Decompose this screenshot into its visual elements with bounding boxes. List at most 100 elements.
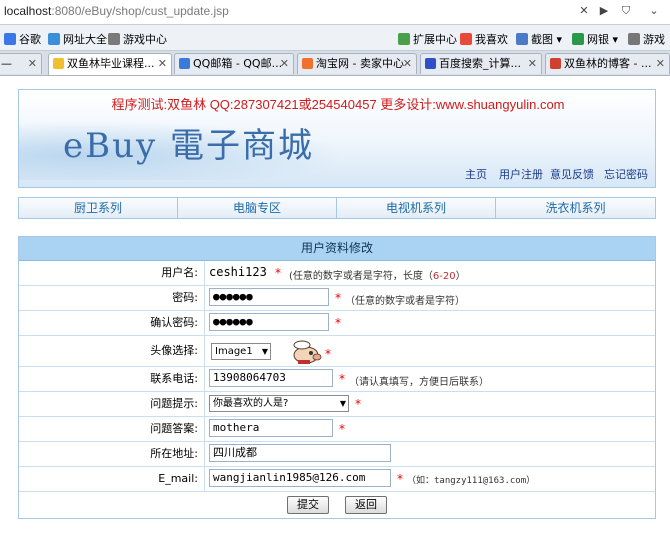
go-arrow-icon[interactable]: ▶ bbox=[596, 3, 612, 19]
tab-close-icon[interactable]: ✕ bbox=[28, 54, 37, 74]
baidu-paw-icon bbox=[425, 58, 436, 69]
heart-icon bbox=[460, 33, 472, 45]
email-hint: （如：tangzy111@163.com） bbox=[407, 476, 536, 486]
back-button[interactable]: 返回 bbox=[345, 496, 387, 514]
tab-0[interactable]: — ✕ bbox=[0, 53, 42, 74]
url-path: :8080/eBuy/shop/cust_update.jsp bbox=[51, 4, 229, 18]
password-input[interactable]: ●●●●●● bbox=[209, 288, 329, 306]
answer-input[interactable]: mothera bbox=[209, 419, 333, 437]
username-value: ceshi123 bbox=[209, 265, 267, 279]
url-text[interactable]: localhost:8080/eBuy/shop/cust_update.jsp bbox=[4, 4, 229, 18]
email-label: E_mail: bbox=[19, 467, 205, 491]
toolbar-ebank[interactable]: 网银 ▾ bbox=[572, 31, 618, 47]
address-bar[interactable]: localhost:8080/eBuy/shop/cust_update.jsp… bbox=[0, 0, 670, 25]
scissors-icon bbox=[516, 33, 528, 45]
chevron-down-icon: ▼ bbox=[339, 399, 346, 408]
avatar-select[interactable]: Image1 ▼ bbox=[211, 343, 271, 360]
required-star: * bbox=[325, 347, 331, 361]
phone-label: 联系电话: bbox=[19, 367, 205, 391]
form-title: 用户资料修改 bbox=[19, 237, 655, 261]
site-banner: 程序测试:双鱼林 QQ:287307421或254540457 更多设计:www… bbox=[18, 89, 656, 188]
confirm-label: 确认密码: bbox=[19, 311, 205, 335]
nav-register[interactable]: 用户注册 bbox=[499, 166, 543, 182]
question-row: 问题提示: 你最喜欢的人是? ▼ * bbox=[19, 392, 655, 417]
username-row: 用户名: ceshi123 * (任意的数字或者是字符，长度（6-20） bbox=[19, 261, 655, 286]
tab-close-icon[interactable]: ✕ bbox=[528, 54, 537, 74]
address-input[interactable]: 四川成都 bbox=[209, 444, 391, 462]
phone-hint: （请认真填写，方便日后联系） bbox=[349, 377, 489, 388]
star-icon bbox=[53, 58, 64, 69]
email-input[interactable]: wangjianlin1985@126.com bbox=[209, 469, 391, 487]
gamepad-icon bbox=[108, 33, 120, 45]
nav-feedback[interactable]: 意见反馈 bbox=[550, 166, 594, 182]
password-row: 密码: ●●●●●● * （任意的数字或者是字符） bbox=[19, 286, 655, 311]
confirm-row: 确认密码: ●●●●●● * bbox=[19, 311, 655, 336]
toolbar-extensions[interactable]: 扩展中心 bbox=[398, 31, 457, 47]
site-logo: eBuy 電子商城 bbox=[63, 126, 315, 166]
nav-forgot-password[interactable]: 忘记密码 bbox=[604, 166, 648, 182]
nav-home[interactable]: 主页 bbox=[465, 166, 487, 182]
bookmark-hao123[interactable]: 网址大全 bbox=[48, 31, 107, 47]
password-hint: （任意的数字或者是字符） bbox=[345, 296, 465, 307]
controller-icon bbox=[628, 33, 640, 45]
submit-button[interactable]: 提交 bbox=[287, 496, 329, 514]
page-content: 程序测试:双鱼林 QQ:287307421或254540457 更多设计:www… bbox=[18, 89, 656, 519]
phone-row: 联系电话: 13908064703 * （请认真填写，方便日后联系） bbox=[19, 367, 655, 392]
bookmark-games[interactable]: 游戏中心 bbox=[108, 31, 167, 47]
required-star: * bbox=[355, 397, 361, 411]
tab-3[interactable]: 淘宝网 - 卖家中心 ✕ bbox=[297, 53, 417, 74]
globe-icon bbox=[48, 33, 60, 45]
tab-1[interactable]: 双鱼林毕业课程... ✕ bbox=[48, 53, 172, 75]
required-star: * bbox=[339, 372, 345, 386]
username-hint: (任意的数字或者是字符，长度（6-20） bbox=[289, 271, 466, 282]
avatar-label: 头像选择: bbox=[19, 336, 205, 366]
avatar-row: 头像选择: Image1 ▼ * bbox=[19, 336, 655, 367]
bookmark-google[interactable]: 谷歌 bbox=[4, 31, 41, 47]
tab-5[interactable]: 双鱼林的博客 - ... ✕ bbox=[545, 53, 670, 74]
toolbar-game[interactable]: 游戏 bbox=[628, 31, 665, 47]
tab-close-icon[interactable]: ✕ bbox=[280, 54, 289, 74]
required-star: * bbox=[339, 422, 345, 436]
taobao-icon bbox=[302, 58, 313, 69]
bookmarks-bar: 谷歌 网址大全 游戏中心 扩展中心 我喜欢 截图 ▾ 网银 ▾ 游戏 bbox=[0, 25, 670, 51]
promo-text: 程序测试:双鱼林 QQ:287307421或254540457 更多设计:www… bbox=[111, 97, 565, 112]
google-icon bbox=[4, 33, 16, 45]
category-computer[interactable]: 电脑专区 bbox=[178, 198, 337, 218]
confirm-password-input[interactable]: ●●●●●● bbox=[209, 313, 329, 331]
bank-icon bbox=[572, 33, 584, 45]
toolbar-screenshot[interactable]: 截图 ▾ bbox=[516, 31, 562, 47]
tab-2[interactable]: QQ邮箱 - QQ邮... ✕ bbox=[174, 53, 294, 74]
password-label: 密码: bbox=[19, 286, 205, 310]
phone-input[interactable]: 13908064703 bbox=[209, 369, 333, 387]
button-row: 提交 返回 bbox=[19, 492, 655, 518]
blog-icon bbox=[550, 58, 561, 69]
username-label: 用户名: bbox=[19, 261, 205, 285]
address-row: 所在地址: 四川成都 bbox=[19, 442, 655, 467]
question-select[interactable]: 你最喜欢的人是? ▼ bbox=[209, 395, 349, 412]
required-star: * bbox=[335, 291, 341, 305]
tab-close-icon[interactable]: ✕ bbox=[656, 54, 665, 74]
tab-close-icon[interactable]: ✕ bbox=[158, 54, 167, 74]
qq-mail-icon bbox=[179, 58, 190, 69]
tab-strip: — ✕ 双鱼林毕业课程... ✕ QQ邮箱 - QQ邮... ✕ 淘宝网 - 卖家中心… bbox=[0, 51, 670, 76]
url-host: localhost bbox=[4, 4, 52, 18]
email-row: E_mail: wangjianlin1985@126.com * （如：tan… bbox=[19, 467, 655, 492]
address-label: 所在地址: bbox=[19, 442, 205, 466]
answer-label: 问题答案: bbox=[19, 417, 205, 441]
question-label: 问题提示: bbox=[19, 392, 205, 416]
profile-form: 用户资料修改 用户名: ceshi123 * (任意的数字或者是字符，长度（6-… bbox=[18, 236, 656, 519]
chevron-down-icon[interactable]: ⌄ bbox=[646, 3, 662, 19]
tab-close-icon[interactable]: ✕ bbox=[403, 54, 412, 74]
category-washer[interactable]: 洗衣机系列 bbox=[496, 198, 655, 218]
close-x-icon[interactable]: ✕ bbox=[576, 3, 592, 19]
category-kitchen[interactable]: 厨卫系列 bbox=[19, 198, 178, 218]
shield-icon[interactable]: ⛉ bbox=[618, 3, 634, 19]
category-bar: 厨卫系列 电脑专区 电视机系列 洗衣机系列 bbox=[18, 197, 656, 219]
category-tv[interactable]: 电视机系列 bbox=[337, 198, 496, 218]
answer-row: 问题答案: mothera * bbox=[19, 417, 655, 442]
cartoon-avatar-icon bbox=[293, 340, 322, 364]
toolbar-favorites[interactable]: 我喜欢 bbox=[460, 31, 508, 47]
tab-4[interactable]: 百度搜索_计算... ✕ bbox=[420, 53, 542, 74]
cube-icon bbox=[398, 33, 410, 45]
required-star: * bbox=[335, 316, 341, 330]
